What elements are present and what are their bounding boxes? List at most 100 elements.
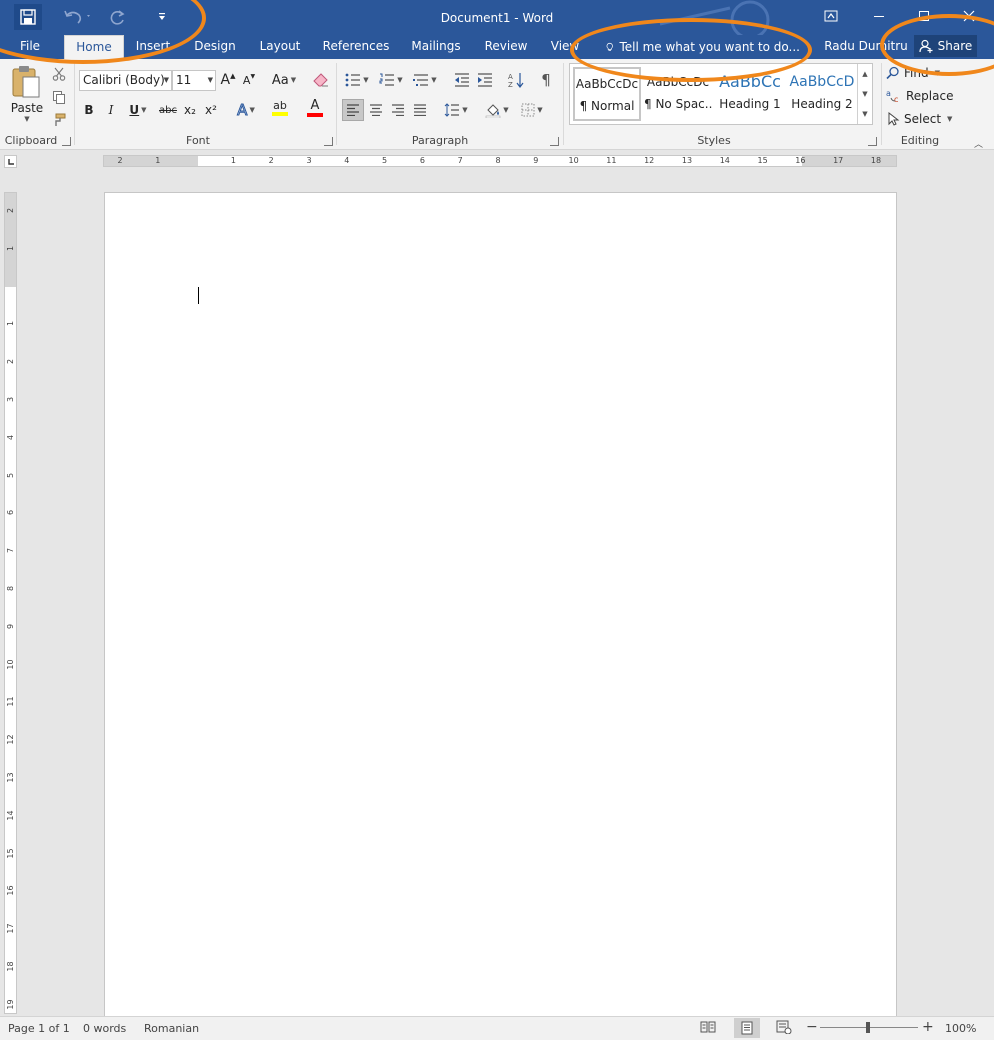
bullets-button[interactable]: ▼ xyxy=(342,69,372,91)
borders-button[interactable]: ▼ xyxy=(516,99,548,121)
ruler-number: 12 xyxy=(644,156,655,165)
numbering-button[interactable]: ▼ xyxy=(376,69,406,91)
font-name-dropdown-icon: ▼ xyxy=(163,76,169,84)
strikethrough-button[interactable]: abc xyxy=(157,99,179,121)
read-mode-button[interactable] xyxy=(700,1020,718,1038)
change-case-button[interactable]: Aa ▼ xyxy=(268,69,300,91)
align-right-button[interactable] xyxy=(387,99,409,121)
align-center-button[interactable] xyxy=(365,99,387,121)
sort-button[interactable]: AZ xyxy=(505,69,527,91)
shrink-font-button[interactable]: A ▼ xyxy=(240,69,258,91)
clipboard-launcher[interactable] xyxy=(62,137,71,146)
tab-design[interactable]: Design xyxy=(187,35,243,59)
ruler-number: 12 xyxy=(6,734,15,745)
underline-icon: U xyxy=(129,103,140,117)
line-spacing-button[interactable]: ▼ xyxy=(440,99,472,121)
decrease-indent-button[interactable] xyxy=(451,69,473,91)
select-button[interactable]: Select ▼ xyxy=(886,108,986,130)
page-count[interactable]: Page 1 of 1 xyxy=(8,1022,70,1035)
italic-button[interactable]: I xyxy=(102,99,120,121)
vertical-ruler[interactable]: 2 1 1 2 3 4 5 6 7 8 9 10 11 12 13 14 15 16 17 18 19 xyxy=(4,192,17,1014)
web-layout-icon xyxy=(776,1020,792,1034)
zoom-out-button[interactable]: − xyxy=(806,1019,818,1035)
ribbon-display-options-button[interactable] xyxy=(808,0,854,32)
copy-button[interactable] xyxy=(49,86,69,108)
zoom-slider-thumb[interactable] xyxy=(866,1022,870,1033)
ruler-number: 2 xyxy=(117,156,123,165)
tab-references[interactable]: References xyxy=(318,35,394,59)
styles-group-label: Styles xyxy=(697,134,731,147)
minimize-icon xyxy=(874,16,884,17)
bold-button[interactable]: B xyxy=(80,99,98,121)
subscript-button[interactable]: x₂ xyxy=(181,99,199,121)
bullets-icon xyxy=(345,73,361,87)
ruler-number: 13 xyxy=(6,772,15,783)
ruler-number: 16 xyxy=(795,156,806,165)
grow-font-icon: A xyxy=(220,72,231,88)
horizontal-ruler[interactable]: 2 1 1 2 3 4 5 6 7 8 9 10 11 12 13 14 15 16 17 18 xyxy=(103,155,897,167)
ruler-number: 3 xyxy=(6,396,15,403)
underline-dropdown-icon: ▼ xyxy=(141,106,147,114)
styles-scroll-up-icon[interactable]: ▲ xyxy=(858,64,872,84)
proofing-language[interactable]: Romanian xyxy=(144,1022,199,1035)
text-effects-button[interactable]: A ▼ xyxy=(232,99,260,121)
styles-scroll: ▲ ▼ ▼ xyxy=(857,64,872,124)
divider xyxy=(74,63,75,145)
grow-caret-icon: ▲ xyxy=(230,72,236,80)
word-count[interactable]: 0 words xyxy=(83,1022,126,1035)
increase-indent-button[interactable] xyxy=(474,69,496,91)
font-size-box[interactable]: 11 ▼ xyxy=(172,70,216,91)
ruler-number: 9 xyxy=(533,156,539,165)
show-formatting-marks-button[interactable]: ¶ xyxy=(535,69,557,91)
justify-button[interactable] xyxy=(409,99,431,121)
align-left-button[interactable] xyxy=(342,99,364,121)
paint-bucket-icon xyxy=(486,104,501,118)
bullets-dropdown-icon: ▼ xyxy=(363,76,369,84)
highlight-button[interactable]: ab xyxy=(264,97,296,119)
sort-icon: AZ xyxy=(508,73,524,88)
ruler-number: 8 xyxy=(6,585,15,592)
print-layout-button[interactable] xyxy=(734,1018,760,1038)
cut-button[interactable] xyxy=(49,63,69,85)
grow-font-button[interactable]: A ▲ xyxy=(219,69,237,91)
tab-selector[interactable] xyxy=(4,155,17,168)
multilevel-list-button[interactable]: ▼ xyxy=(410,69,440,91)
ruler-number: 17 xyxy=(6,923,15,934)
decrease-indent-icon xyxy=(455,73,469,87)
zoom-in-button[interactable]: + xyxy=(922,1019,934,1035)
tab-mailings[interactable]: Mailings xyxy=(404,35,468,59)
style-heading-2[interactable]: AaBbCcD Heading 2 xyxy=(788,67,856,121)
clear-formatting-button[interactable] xyxy=(310,69,332,91)
styles-more-icon[interactable]: ▼ xyxy=(858,104,872,124)
numbering-dropdown-icon: ▼ xyxy=(397,76,403,84)
font-name-box[interactable]: Calibri (Body) ▼ xyxy=(79,70,172,91)
ribbon-display-icon xyxy=(824,10,838,22)
format-painter-button[interactable] xyxy=(49,109,69,131)
ruler-number: 10 xyxy=(568,156,579,165)
ruler-number: 6 xyxy=(419,156,425,165)
underline-button[interactable]: U ▼ xyxy=(124,99,152,121)
zoom-level[interactable]: 100% xyxy=(945,1022,976,1035)
ruler-number: 2 xyxy=(6,207,15,214)
styles-scroll-down-icon[interactable]: ▼ xyxy=(858,84,872,104)
font-color-button[interactable]: A xyxy=(300,97,330,119)
svg-text:A: A xyxy=(508,73,513,81)
shading-dropdown-icon: ▼ xyxy=(503,106,509,114)
superscript-button[interactable]: x² xyxy=(202,99,220,121)
paragraph-launcher[interactable] xyxy=(550,137,559,146)
ruler-number: 19 xyxy=(6,999,15,1010)
svg-text:Z: Z xyxy=(508,81,513,88)
tab-review[interactable]: Review xyxy=(478,35,534,59)
styles-launcher[interactable] xyxy=(868,137,877,146)
shading-button[interactable]: ▼ xyxy=(481,99,513,121)
tab-layout[interactable]: Layout xyxy=(252,35,308,59)
justify-icon xyxy=(414,104,426,116)
collapse-ribbon-icon[interactable]: ︿ xyxy=(974,137,983,150)
ruler-number: 9 xyxy=(6,623,15,629)
font-launcher[interactable] xyxy=(324,137,333,146)
paste-button[interactable]: Paste ▼ xyxy=(8,65,46,131)
left-tab-icon xyxy=(8,159,14,165)
document-page[interactable] xyxy=(104,192,897,1022)
web-layout-button[interactable] xyxy=(776,1020,794,1038)
replace-button[interactable]: ac Replace xyxy=(886,85,986,107)
